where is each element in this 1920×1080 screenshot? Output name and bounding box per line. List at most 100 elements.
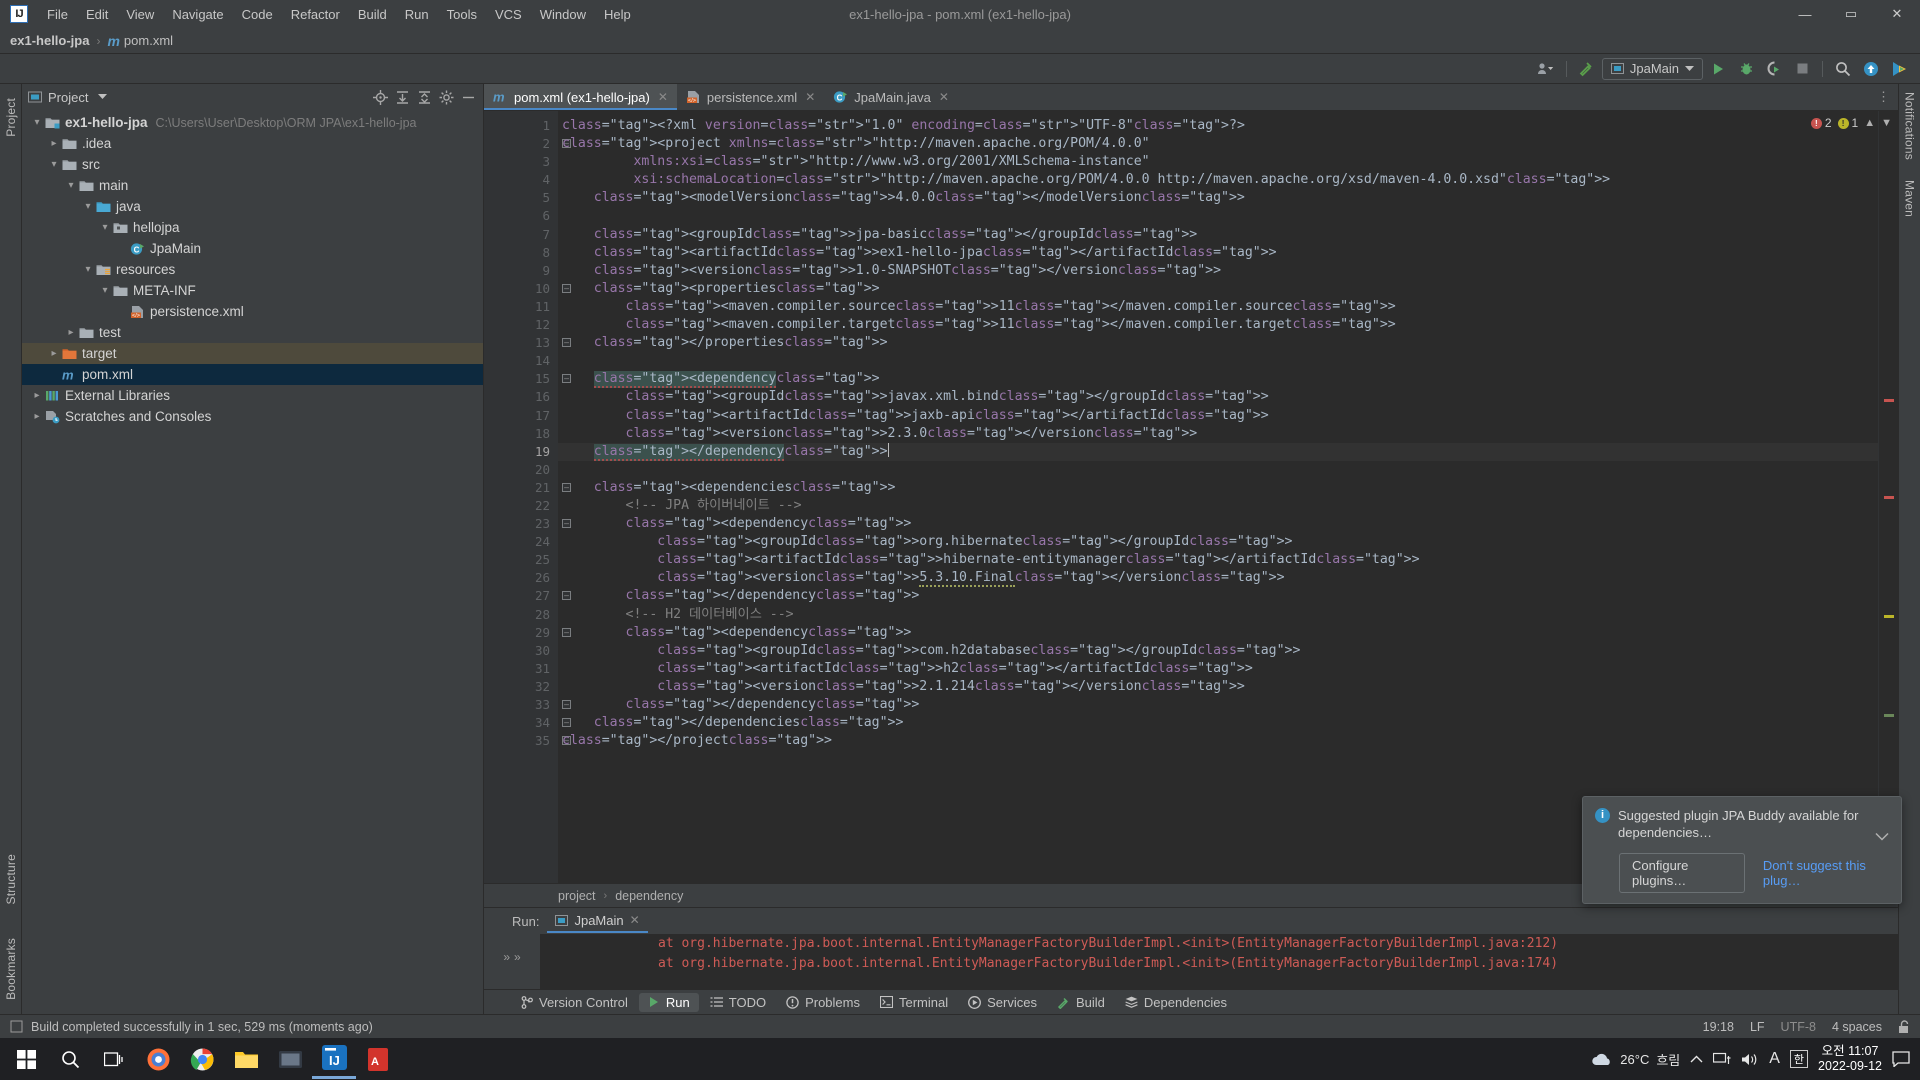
- line-number[interactable]: 16: [484, 388, 558, 406]
- user-accounts-icon[interactable]: [1533, 57, 1559, 81]
- line-separator[interactable]: LF: [1750, 1020, 1765, 1034]
- tree-node-java[interactable]: ▾ java: [22, 196, 483, 217]
- line-number[interactable]: 15–: [484, 370, 571, 388]
- search-icon[interactable]: [48, 1039, 92, 1079]
- line-number[interactable]: 22: [484, 497, 558, 515]
- maximize-button[interactable]: ▭: [1828, 0, 1874, 28]
- tree-arrow-icon[interactable]: ▾: [98, 222, 112, 233]
- tree-arrow-icon[interactable]: ▸: [47, 138, 61, 149]
- line-number[interactable]: 30: [484, 642, 558, 660]
- code-line[interactable]: class="tag"><artifactIdclass="tag">>ex1-…: [558, 244, 1878, 262]
- run-with-coverage-button[interactable]: [1761, 57, 1787, 81]
- collapse-all-icon[interactable]: [415, 88, 433, 106]
- editor-tab-jpamain-java[interactable]: C JpaMain.java ✕: [824, 84, 958, 110]
- network-icon[interactable]: [1713, 1052, 1731, 1067]
- configure-plugins-button[interactable]: Configure plugins…: [1619, 853, 1745, 893]
- code-line[interactable]: class="tag"><artifactIdclass="tag">>h2cl…: [558, 660, 1878, 678]
- tree-arrow-icon[interactable]: ▸: [30, 390, 44, 401]
- run-console[interactable]: » » at org.hibernate.jpa.boot.internal.E…: [484, 934, 1898, 989]
- volume-icon[interactable]: [1741, 1052, 1759, 1067]
- breadcrumb-project[interactable]: project: [558, 889, 596, 903]
- run-tab-close-icon[interactable]: ✕: [630, 913, 640, 927]
- firefox-icon[interactable]: [136, 1039, 180, 1079]
- menu-vcs[interactable]: VCS: [486, 4, 531, 25]
- code-line[interactable]: class="tag"><maven.compiler.targetclass=…: [558, 316, 1878, 334]
- menu-build[interactable]: Build: [349, 4, 396, 25]
- indent-setting[interactable]: 4 spaces: [1832, 1020, 1882, 1034]
- line-number[interactable]: 20: [484, 461, 558, 479]
- line-number[interactable]: 8: [484, 244, 558, 262]
- tool-window-terminal[interactable]: Terminal: [871, 993, 957, 1012]
- tool-window-dependencies[interactable]: Dependencies: [1116, 993, 1236, 1012]
- code-line[interactable]: class="tag"><versionclass="tag">>2.3.0cl…: [558, 425, 1878, 443]
- unlocked-icon[interactable]: [1898, 1019, 1910, 1034]
- tool-window-run[interactable]: Run: [638, 992, 699, 1012]
- language-A-icon[interactable]: A: [1769, 1050, 1780, 1068]
- code-content[interactable]: class="tag"><?xml version=class="str">"1…: [558, 111, 1878, 883]
- code-line[interactable]: class="tag"><project xmlns=class="str">"…: [558, 135, 1878, 153]
- code-line[interactable]: [558, 461, 1878, 479]
- code-line[interactable]: class="tag"><dependencyclass="tag">>: [558, 624, 1878, 642]
- editor-tab-close-icon[interactable]: ✕: [939, 90, 949, 104]
- code-line[interactable]: class="tag"><dependenciesclass="tag">>: [558, 479, 1878, 497]
- menu-file[interactable]: File: [38, 4, 77, 25]
- code-line[interactable]: xsi:schemaLocation=class="str">"http://m…: [558, 171, 1878, 189]
- ide-feature-icon[interactable]: [1886, 57, 1912, 81]
- pdf-icon[interactable]: A: [356, 1039, 400, 1079]
- warning-marker[interactable]: [1884, 615, 1894, 618]
- line-number[interactable]: 10–: [484, 280, 571, 298]
- tool-window-build[interactable]: Build: [1048, 993, 1114, 1012]
- tool-window-problems[interactable]: Problems: [777, 993, 869, 1012]
- tree-arrow-icon[interactable]: ▾: [30, 117, 44, 128]
- expand-all-icon[interactable]: [393, 88, 411, 106]
- line-number[interactable]: 33–: [484, 696, 571, 714]
- code-line[interactable]: <!-- H2 데이터베이스 -->: [558, 606, 1878, 624]
- code-line[interactable]: class="tag"></dependenciesclass="tag">>: [558, 714, 1878, 732]
- code-line[interactable]: class="tag"></projectclass="tag">>: [558, 732, 1878, 750]
- line-number[interactable]: 34–: [484, 714, 571, 732]
- error-count-badge[interactable]: ! 2: [1810, 116, 1832, 130]
- line-number[interactable]: 29–: [484, 624, 571, 642]
- editor-tab-close-icon[interactable]: ✕: [658, 90, 668, 104]
- tree-arrow-icon[interactable]: ▸: [47, 348, 61, 359]
- tree-node-meta-inf[interactable]: ▾ META-INF: [22, 280, 483, 301]
- chrome-icon[interactable]: [180, 1039, 224, 1079]
- line-number[interactable]: 31: [484, 660, 558, 678]
- close-button[interactable]: ✕: [1874, 0, 1920, 28]
- inspection-widget[interactable]: ! 2 ! 1 ▲ ▼: [1805, 111, 1898, 135]
- inspection-marker-bar[interactable]: [1878, 111, 1898, 883]
- tree-node-main[interactable]: ▾ main: [22, 175, 483, 196]
- code-line[interactable]: xmlns:xsi=class="str">"http://www.w3.org…: [558, 153, 1878, 171]
- weather-widget[interactable]: 26°C 흐림: [1591, 1050, 1680, 1069]
- expand-right-icon[interactable]: »: [503, 950, 510, 964]
- search-everywhere-icon[interactable]: [1830, 57, 1856, 81]
- code-line[interactable]: class="tag"><versionclass="tag">>2.1.214…: [558, 678, 1878, 696]
- line-number[interactable]: 1: [484, 117, 558, 135]
- menu-view[interactable]: View: [117, 4, 163, 25]
- menu-tools[interactable]: Tools: [438, 4, 486, 25]
- change-marker[interactable]: [1884, 714, 1894, 717]
- tool-window-version-control[interactable]: Version Control: [512, 993, 637, 1012]
- breadcrumb-dependency[interactable]: dependency: [615, 889, 683, 903]
- tree-node-src[interactable]: ▾ src: [22, 154, 483, 175]
- line-number[interactable]: 13–: [484, 334, 571, 352]
- tree-node-external-libraries[interactable]: ▸ External Libraries: [22, 385, 483, 406]
- menu-navigate[interactable]: Navigate: [163, 4, 232, 25]
- tool-window-todo[interactable]: TODO: [701, 993, 775, 1012]
- code-line[interactable]: class="tag"><dependencyclass="tag">>: [558, 515, 1878, 533]
- editor-tab-pom-xml[interactable]: m pom.xml (ex1-hello-jpa) ✕: [484, 84, 677, 110]
- tree-arrow-icon[interactable]: ▾: [47, 159, 61, 170]
- update-project-icon[interactable]: [1858, 57, 1884, 81]
- code-line[interactable]: class="tag"><versionclass="tag">>1.0-SNA…: [558, 262, 1878, 280]
- line-number-gutter[interactable]: 12–345678910–111213–1415–16171819–2021–2…: [484, 111, 571, 883]
- gear-icon[interactable]: [437, 88, 455, 106]
- tree-node-target[interactable]: ▸ target: [22, 343, 483, 364]
- line-number[interactable]: 26: [484, 569, 558, 587]
- menu-refactor[interactable]: Refactor: [282, 4, 349, 25]
- debug-button[interactable]: [1733, 57, 1759, 81]
- line-number[interactable]: 32: [484, 678, 558, 696]
- tool-tab-maven[interactable]: Maven: [1903, 180, 1917, 217]
- tree-arrow-icon[interactable]: ▾: [81, 201, 95, 212]
- navbar-file[interactable]: pom.xml: [124, 33, 173, 48]
- line-number[interactable]: 21–: [484, 479, 571, 497]
